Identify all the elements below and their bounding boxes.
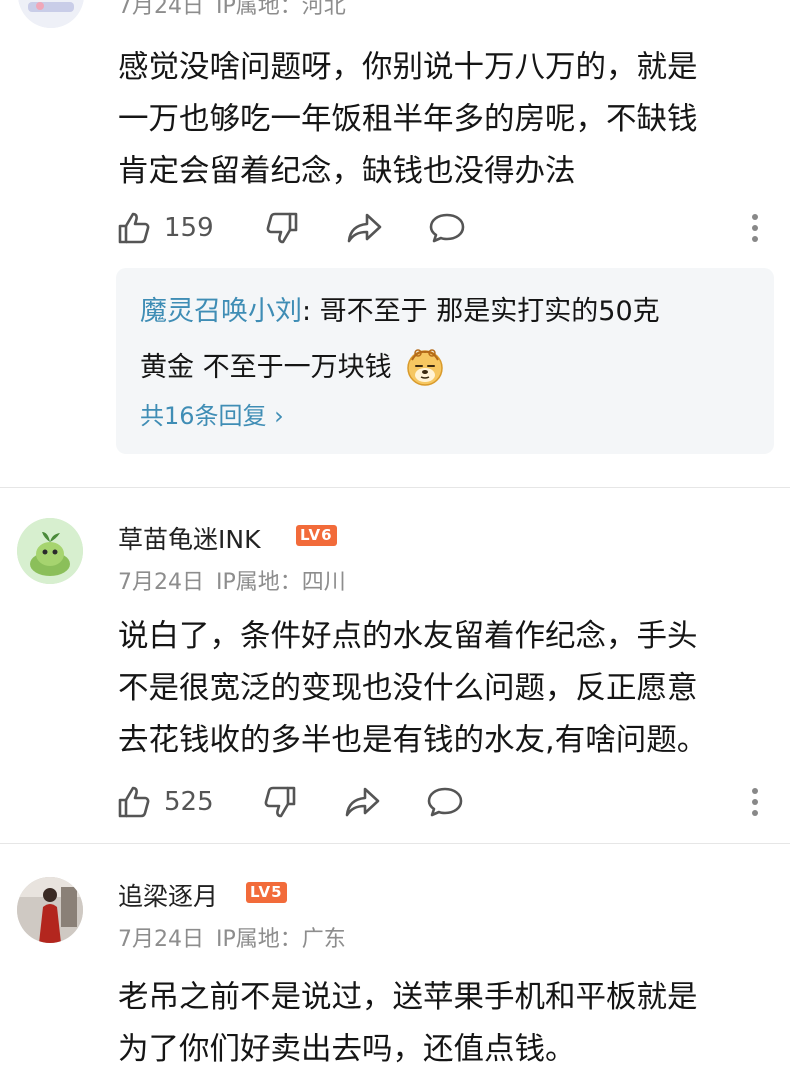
- comment-meta: 7月24日 IP属地：广东: [118, 921, 358, 953]
- comment-text: 说白了，条件好点的水友留着作纪念，手头 不是很宽泛的变现也没什么问题，反正愿意 …: [118, 611, 778, 767]
- dislike-icon: [266, 212, 297, 244]
- comment-text-line: 老吊之前不是说过，送苹果手机和平板就是: [118, 980, 698, 1015]
- user-avatar[interactable]: [18, 0, 84, 28]
- comment-date: 7月24日: [118, 570, 204, 595]
- like-button[interactable]: 525: [116, 784, 214, 820]
- more-button[interactable]: [744, 782, 766, 822]
- more-icon: [752, 788, 758, 794]
- more-button[interactable]: [744, 208, 766, 248]
- comment-actions: 525: [116, 782, 464, 822]
- comment-ip-location: IP属地：四川: [216, 570, 346, 595]
- username[interactable]: 追梁逐月: [118, 877, 218, 913]
- reply-item-cont: 黄金 不至于一万块钱: [140, 346, 446, 388]
- comment-text-line: 说白了，条件好点的水友留着作纪念，手头: [118, 619, 698, 654]
- dislike-button[interactable]: [262, 784, 298, 820]
- share-button[interactable]: [344, 784, 382, 820]
- user-avatar[interactable]: [17, 518, 83, 584]
- comment-divider: [0, 487, 790, 488]
- level-badge: LV5: [246, 882, 287, 903]
- share-button[interactable]: [346, 210, 384, 246]
- more-icon: [752, 214, 758, 220]
- comment-text-line: 不是很宽泛的变现也没什么问题，反正愿意: [118, 671, 698, 706]
- reply-preview[interactable]: 魔灵召唤小刘: 哥不至于 那是实打实的50克 黄金 不至于一万块钱 共16条回复…: [116, 268, 774, 454]
- like-icon: [118, 786, 150, 818]
- reply-username[interactable]: 魔灵召唤小刘: [140, 296, 302, 327]
- comment-text: 感觉没啥问题呀，你别说十万八万的，就是 一万也够吃一年饭租半年多的房呢，不缺钱 …: [118, 42, 778, 198]
- reply-button[interactable]: [428, 210, 466, 246]
- comment-ip-location: IP属地：河北: [216, 0, 346, 19]
- like-icon: [118, 212, 150, 244]
- comment-meta: 7月24日 IP属地：河北: [118, 0, 358, 20]
- comment-ip-location: IP属地：广东: [216, 927, 346, 952]
- comment-date: 7月24日: [118, 927, 204, 952]
- like-count: 159: [164, 213, 214, 243]
- comment-text-line: 感觉没啥问题呀，你别说十万八万的，就是: [118, 50, 698, 85]
- comment-text-line: 一万也够吃一年饭租半年多的房呢，不缺钱: [118, 102, 698, 137]
- share-icon: [347, 213, 381, 243]
- reply-text: 黄金 不至于一万块钱: [140, 352, 392, 383]
- reply-item: 魔灵召唤小刘: 哥不至于 那是实打实的50克: [140, 292, 660, 332]
- like-button[interactable]: 159: [116, 210, 214, 246]
- comment-date: 7月24日: [118, 0, 204, 19]
- level-badge: LV6: [296, 525, 337, 546]
- share-icon: [345, 787, 379, 817]
- comment-text-line: 为了你们好卖出去吗，还值点钱。: [118, 1032, 576, 1067]
- comment-text: 老吊之前不是说过，送苹果手机和平板就是 为了你们好卖出去吗，还值点钱。: [118, 972, 778, 1076]
- user-avatar[interactable]: [17, 877, 83, 943]
- username[interactable]: 草苗龟迷INK: [118, 520, 260, 556]
- comment-text-line: 去花钱收的多半也是有钱的水友,有啥问题。: [118, 723, 708, 758]
- dislike-icon: [264, 786, 295, 818]
- reply-text: : 哥不至于 那是实打实的50克: [302, 296, 660, 327]
- comment-meta: 7月24日 IP属地：四川: [118, 564, 358, 596]
- doge-emoji-icon: [407, 349, 443, 386]
- comment-text-line: 肯定会留着纪念，缺钱也没得办法: [118, 154, 576, 189]
- view-all-replies-link[interactable]: 共16条回复 ›: [140, 396, 284, 431]
- comment-icon: [427, 787, 462, 817]
- dislike-button[interactable]: [264, 210, 300, 246]
- comment-actions: 159: [116, 208, 466, 248]
- reply-button[interactable]: [426, 784, 464, 820]
- comment-divider: [0, 843, 790, 844]
- like-count: 525: [164, 787, 214, 817]
- comment-icon: [429, 213, 464, 243]
